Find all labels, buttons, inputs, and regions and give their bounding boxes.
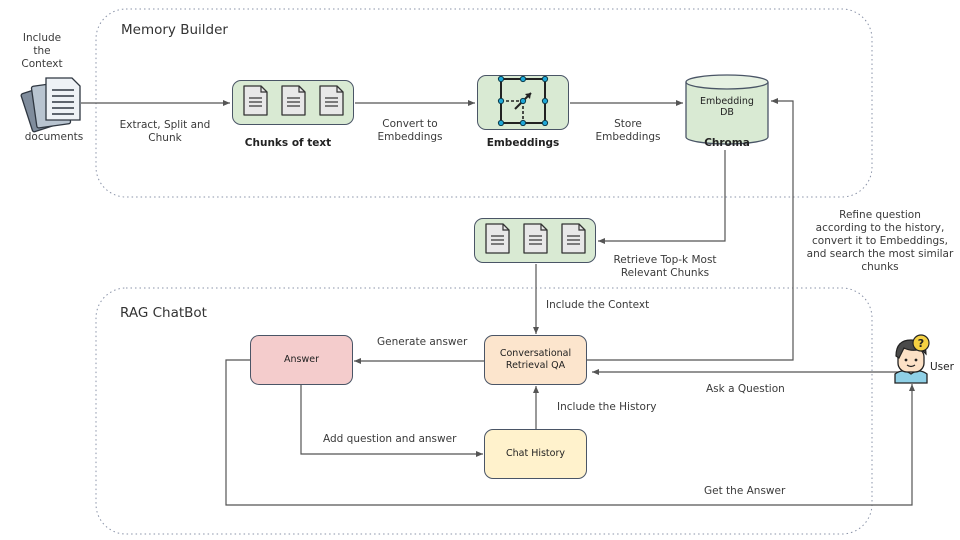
document-chunk-icon (318, 84, 345, 121)
edge-label-extract: Extract, Split and Chunk (119, 119, 211, 144)
db-node[interactable]: Embedding DB (686, 96, 768, 118)
embeddings-node[interactable] (477, 75, 569, 130)
edge-label-include-context: Include the Context (546, 299, 650, 311)
chroma-label: Chroma (704, 137, 750, 149)
rag-chatbot-title: RAG ChatBot (120, 305, 207, 321)
edge-db-to-retrieved (598, 150, 726, 244)
svg-text:?: ? (918, 337, 924, 350)
vector-grid-icon (497, 75, 549, 130)
edge-label-convert: Convert to Embeddings (377, 118, 443, 143)
answer-node[interactable]: Answer (250, 335, 353, 385)
user-question-icon: ? (894, 334, 930, 384)
edge-label-include-history: Include the History (557, 401, 657, 413)
documents-label: documents (24, 131, 84, 143)
user-label: User (930, 361, 954, 373)
documents-icon (20, 77, 81, 133)
documents-top-label: Include the Context (21, 32, 63, 70)
document-chunk-icon (484, 222, 511, 259)
edge-label-store: Store Embeddings (595, 118, 661, 143)
memory-builder-title: Memory Builder (121, 22, 228, 38)
chunks-label: Chunks of text (244, 137, 332, 149)
chat-history-node[interactable]: Chat History (484, 429, 587, 479)
retrieved-chunks-node[interactable] (474, 218, 596, 263)
document-chunk-icon (560, 222, 587, 259)
edge-label-generate: Generate answer (377, 336, 468, 348)
edge-label-refine: Refine question according to the history,… (806, 209, 954, 273)
embeddings-label: Embeddings (486, 137, 560, 149)
edge-label-add-qa: Add question and answer (323, 433, 457, 445)
edge-label-get-answer: Get the Answer (704, 485, 786, 497)
document-chunk-icon (522, 222, 549, 259)
document-chunk-icon (242, 84, 269, 121)
edge-label-retrieve: Retrieve Top-k Most Relevant Chunks (613, 254, 717, 279)
chunks-node[interactable] (232, 80, 354, 125)
crqa-line-1: Conversational (499, 348, 572, 359)
crqa-line-2: Retrieval QA (505, 360, 566, 371)
edge-label-ask: Ask a Question (706, 383, 785, 395)
document-chunk-icon (280, 84, 307, 121)
conversational-retrieval-qa-node[interactable]: Conversational Retrieval QA (484, 335, 587, 385)
